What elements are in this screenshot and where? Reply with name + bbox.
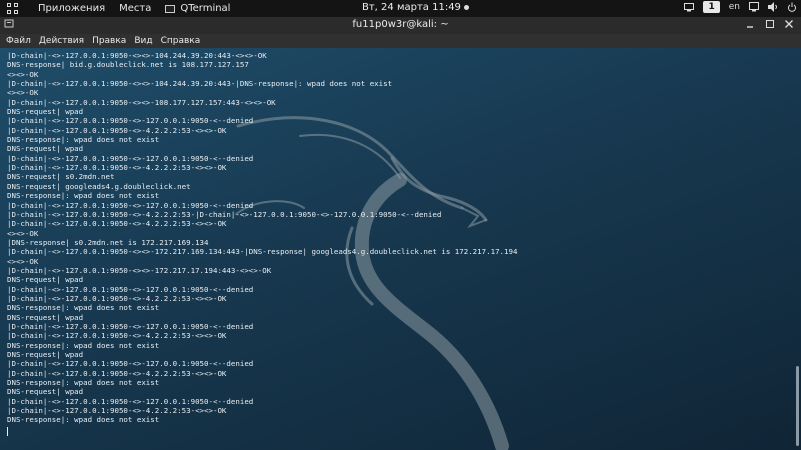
terminal-line: |D-chain|-<>-127.0.0.1:9050-<><>-104.244…: [7, 51, 267, 60]
terminal-line: |D-chain|-<>-127.0.0.1:9050-<>-127.0.0.1…: [7, 359, 254, 369]
power-menu-icon[interactable]: [787, 2, 797, 12]
terminal-line: |D-chain|-<>-127.0.0.1:9050-<>-4.2.2.2:5…: [7, 163, 227, 173]
terminal-line: <><>-OK: [7, 88, 39, 98]
terminal-line: DNS-request| wpad: [7, 107, 84, 117]
applications-menu[interactable]: Приложения: [38, 3, 105, 14]
terminal-line: DNS-request| wpad: [7, 387, 84, 397]
terminal-line: |D-chain|-<>-127.0.0.1:9050-<>-4.2.2.2:5…: [7, 125, 227, 135]
terminal-line: DNS-request| wpad: [7, 350, 84, 359]
terminal-line: |D-chain|-<>-127.0.0.1:9050-<>-127.0.0.1…: [7, 153, 254, 163]
terminal-line: |D-chain|-<>-127.0.0.1:9050-<>-127.0.0.1…: [7, 200, 254, 210]
terminal-line: |D-chain|-<>-127.0.0.1:9050-<><>-172.217…: [7, 265, 272, 275]
activities-grid-icon[interactable]: [6, 2, 20, 16]
terminal-line: DNS-request| wpad: [7, 144, 84, 154]
workspace-indicator[interactable]: 1: [703, 1, 720, 13]
terminal-line: DNS-request| googleads4.g.doubleclick.ne…: [7, 181, 191, 191]
terminal-lines: |D-chain|-<>-127.0.0.1:9050-<><>-104.244…: [7, 51, 517, 425]
places-menu[interactable]: Места: [119, 3, 151, 14]
terminal-line: DNS-request| wpad: [7, 312, 84, 322]
menu-bar: Файл Действия Правка Вид Справка: [0, 34, 801, 48]
terminal-line: |D-chain|-<>-127.0.0.1:9050-<>-127.0.0.1…: [7, 321, 254, 331]
window-titlebar[interactable]: fu11p0w3r@kali: ~: [0, 17, 801, 34]
terminal-line: <><>-OK: [7, 256, 39, 266]
terminal-line: |D-chain|-<>-127.0.0.1:9050-<>-4.2.2.2:5…: [7, 219, 227, 229]
text-cursor: [7, 427, 8, 436]
terminal-line: |D-chain|-<>-127.0.0.1:9050-<>-4.2.2.2:5…: [7, 209, 442, 219]
system-tray: 1 en: [684, 1, 797, 13]
menu-edit[interactable]: Правка: [92, 36, 126, 46]
terminal-line: |D-chain|-<>-127.0.0.1:9050-<>-127.0.0.1…: [7, 116, 254, 126]
top-panel: Приложения Места QTerminal Вт, 24 марта …: [0, 0, 801, 17]
terminal-line: DNS-request| wpad: [7, 275, 84, 285]
terminal-line: DNS-response|: wpad does not exist: [7, 340, 160, 350]
minimize-icon[interactable]: [745, 18, 755, 33]
display-icon[interactable]: [684, 2, 695, 12]
close-icon[interactable]: [784, 18, 794, 33]
terminal-line: |D-chain|-<>-127.0.0.1:9050-<>-4.2.2.2:5…: [7, 368, 227, 378]
terminal-icon: [165, 4, 176, 13]
terminal-line: |D-chain|-<>-127.0.0.1:9050-<>-4.2.2.2:5…: [7, 406, 227, 416]
terminal-line: DNS-response|: wpad does not exist: [7, 415, 160, 425]
terminal-line: DNS-response|: wpad does not exist: [7, 303, 160, 313]
window-title: fu11p0w3r@kali: ~: [352, 19, 449, 30]
keyboard-layout[interactable]: en: [729, 2, 740, 12]
terminal-line: |D-chain|-<>-127.0.0.1:9050-<>-4.2.2.2:5…: [7, 331, 227, 341]
menu-actions[interactable]: Действия: [39, 36, 84, 46]
recording-dot-icon: [463, 4, 469, 10]
terminal-line: <><>-OK: [7, 69, 39, 79]
terminal-line: DNS-request| s0.2mdn.net: [7, 172, 115, 182]
terminal-line: |DNS-response| s0.2mdn.net is 172.217.16…: [7, 237, 209, 247]
network-icon[interactable]: [749, 2, 759, 12]
terminal-output[interactable]: |D-chain|-<>-127.0.0.1:9050-<><>-104.244…: [0, 48, 801, 450]
terminal-line: |D-chain|-<>-127.0.0.1:9050-<>-4.2.2.2:5…: [7, 293, 227, 303]
menu-help[interactable]: Справка: [161, 36, 201, 46]
active-app-label: QTerminal: [180, 3, 231, 14]
vertical-scrollbar[interactable]: [796, 366, 799, 446]
terminal-line: |D-chain|-<>-127.0.0.1:9050-<>-127.0.0.1…: [7, 396, 254, 406]
volume-icon[interactable]: [768, 2, 778, 12]
terminal-line: DNS-response|: wpad does not exist: [7, 378, 160, 388]
active-app-menu[interactable]: QTerminal: [165, 3, 230, 14]
terminal-line: <><>-OK: [7, 228, 39, 238]
terminal-line: DNS-response|: wpad does not exist: [7, 135, 160, 145]
clock[interactable]: Вт, 24 марта 11:49: [362, 2, 469, 13]
terminal-line: |D-chain|-<>-127.0.0.1:9050-<><>-172.217…: [7, 247, 518, 257]
maximize-icon[interactable]: [765, 18, 775, 33]
terminal-line: |D-chain|-<>-127.0.0.1:9050-<><>-104.244…: [7, 79, 393, 89]
clock-text: Вт, 24 марта 11:49: [362, 2, 461, 13]
menu-view[interactable]: Вид: [134, 36, 152, 46]
terminal-line: DNS-response|: wpad does not exist: [7, 191, 160, 201]
terminal-line: DNS-response| bid.g.doubleclick.net is 1…: [7, 60, 249, 70]
terminal-line: |D-chain|-<>-127.0.0.1:9050-<>-127.0.0.1…: [7, 284, 254, 294]
menu-file[interactable]: Файл: [6, 36, 31, 46]
terminal-line: |D-chain|-<>-127.0.0.1:9050-<><>-108.177…: [7, 97, 276, 107]
